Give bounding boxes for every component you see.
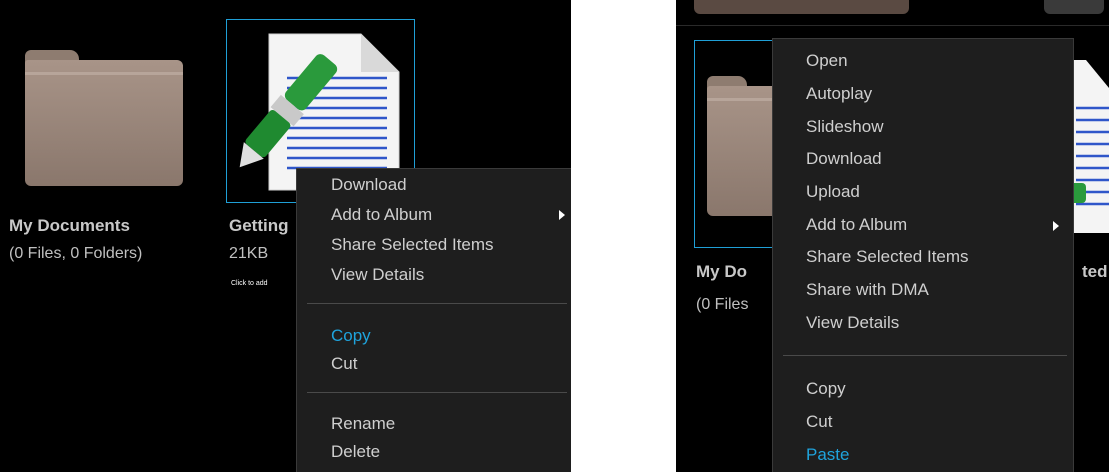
submenu-arrow-icon bbox=[559, 210, 565, 220]
menu-separator bbox=[307, 303, 567, 304]
item-name-my-documents[interactable]: My Documents bbox=[9, 216, 130, 236]
item-meta-my-documents: (0 Files, 0 Folders) bbox=[9, 245, 143, 262]
right-screenshot-panel: My Do (0 Files ted Open Autoplay Slidesh… bbox=[676, 0, 1109, 472]
item-name-my-documents[interactable]: My Do bbox=[696, 262, 747, 282]
item-meta-my-documents: (0 Files bbox=[696, 296, 749, 313]
menu-item-add-to-album[interactable]: Add to Album bbox=[806, 215, 907, 235]
item-hint: Click to add bbox=[231, 280, 268, 287]
menu-item-upload[interactable]: Upload bbox=[806, 182, 860, 202]
menu-item-view-details[interactable]: View Details bbox=[806, 313, 899, 333]
context-menu: Open Autoplay Slideshow Download Upload … bbox=[772, 38, 1074, 472]
menu-item-download[interactable]: Download bbox=[806, 149, 882, 169]
row-divider bbox=[676, 25, 1109, 26]
menu-item-rename[interactable]: Rename bbox=[331, 414, 395, 434]
item-name-document[interactable]: ted bbox=[1082, 262, 1108, 282]
menu-item-paste[interactable]: Paste bbox=[806, 445, 849, 465]
menu-separator bbox=[783, 355, 1067, 356]
top-item-edge bbox=[1044, 0, 1104, 14]
menu-item-open[interactable]: Open bbox=[806, 51, 848, 71]
item-name-getting[interactable]: Getting bbox=[229, 216, 289, 236]
menu-item-cut[interactable]: Cut bbox=[806, 412, 832, 432]
submenu-arrow-icon bbox=[1053, 221, 1059, 231]
menu-item-cut[interactable]: Cut bbox=[331, 354, 357, 374]
menu-item-download[interactable]: Download bbox=[331, 175, 407, 195]
menu-item-share-with-dma[interactable]: Share with DMA bbox=[806, 280, 929, 300]
item-meta-size: 21KB bbox=[229, 245, 269, 262]
menu-item-view-details[interactable]: View Details bbox=[331, 265, 424, 285]
menu-item-add-to-album[interactable]: Add to Album bbox=[331, 205, 432, 225]
context-menu: Download Add to Album Share Selected Ite… bbox=[296, 168, 571, 472]
menu-item-share-selected-items[interactable]: Share Selected Items bbox=[806, 247, 969, 267]
top-item-edge bbox=[694, 0, 909, 14]
menu-separator bbox=[307, 392, 567, 393]
menu-item-copy[interactable]: Copy bbox=[331, 326, 371, 346]
menu-item-copy[interactable]: Copy bbox=[806, 379, 846, 399]
left-screenshot-panel: My Documents (0 Files, 0 Folders) Gettin… bbox=[0, 0, 571, 472]
menu-item-slideshow[interactable]: Slideshow bbox=[806, 117, 884, 137]
menu-item-share-selected-items[interactable]: Share Selected Items bbox=[331, 235, 494, 255]
menu-item-delete[interactable]: Delete bbox=[331, 442, 380, 462]
menu-item-autoplay[interactable]: Autoplay bbox=[806, 84, 872, 104]
folder-icon[interactable] bbox=[25, 50, 183, 186]
